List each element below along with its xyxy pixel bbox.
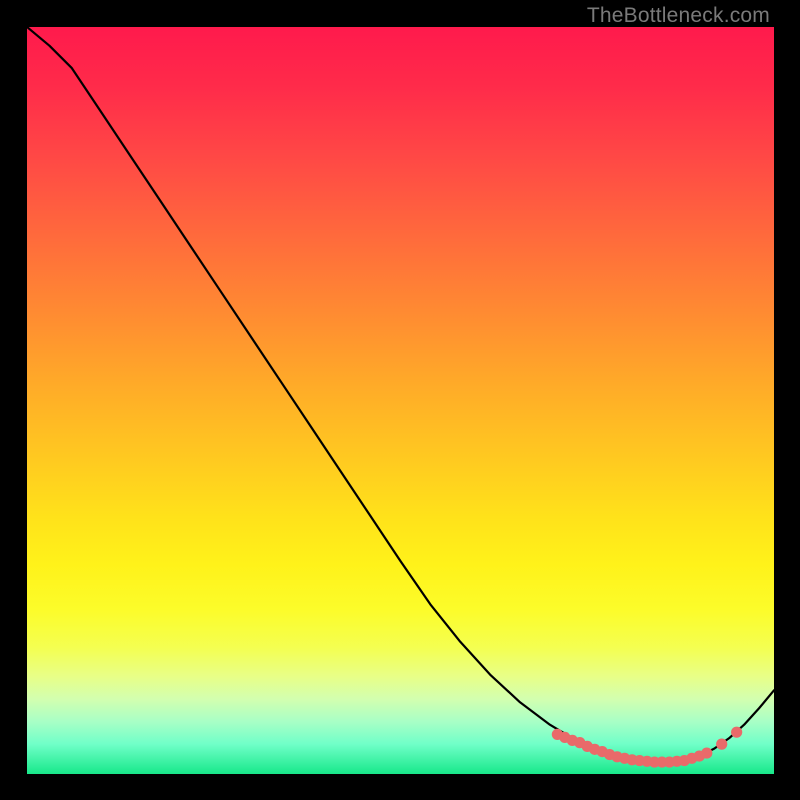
chart-stage: TheBottleneck.com: [0, 0, 800, 800]
watermark-text: TheBottleneck.com: [587, 4, 770, 28]
bottleneck-curve: [27, 27, 774, 774]
data-marker: [701, 747, 712, 758]
plot-area: [27, 27, 774, 774]
data-marker: [716, 739, 727, 750]
data-marker: [731, 727, 742, 738]
curve-path: [27, 27, 774, 762]
